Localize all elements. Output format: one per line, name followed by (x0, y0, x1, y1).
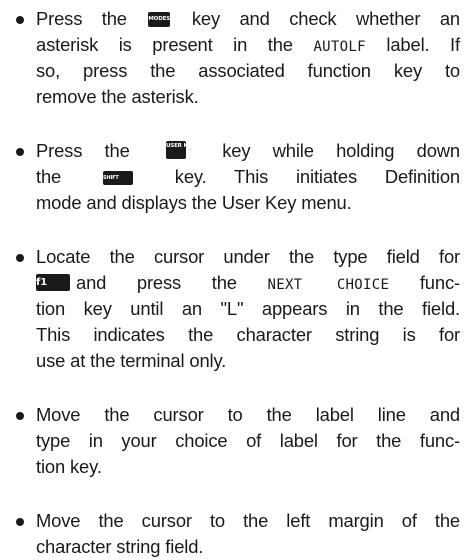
list-item-text: Press the MODES key and check whether an… (36, 6, 460, 110)
text-fragment: key and check whether an (191, 8, 460, 29)
text-fragment: Press the (36, 140, 130, 161)
text-fragment: the (36, 166, 62, 187)
shift-key-icon: SHIFT (102, 171, 133, 185)
list-item-text: Locate the cursor under the type field f… (36, 244, 460, 374)
list-item-text: Move the cursor to the label line and ty… (36, 402, 460, 480)
text-line: Move the cursor to the left margin of th… (36, 510, 460, 531)
text-fragment: func- (419, 272, 460, 293)
bullet-icon (16, 254, 24, 262)
text-line: type in your choice of label for the fun… (36, 430, 460, 451)
text-fragment: label. If (386, 34, 460, 55)
next-choice-label: NEXT CHOICE (267, 277, 390, 293)
text-line: tion key. (36, 456, 102, 477)
text-fragment: asterisk is present in the (36, 34, 293, 55)
f1-key-icon: f1 (36, 274, 70, 291)
text-line: the SHIFT key. This initiates Definition (36, 164, 460, 190)
text-line: asterisk is present in the AUTOLF label.… (36, 32, 460, 58)
text-line: mode and displays the User Key menu. (36, 192, 352, 213)
text-line: so, press the associated function key to (36, 60, 460, 81)
text-line: Press the MODES key and check whether an (36, 6, 460, 32)
text-line: This indicates the character string is f… (36, 324, 460, 345)
text-fragment: key while holding down (222, 140, 460, 161)
autolf-label: AUTOLF (313, 39, 366, 55)
list-item-text: Move the cursor to the left margin of th… (36, 508, 460, 560)
text-line: tion key until an "L" appears in the fie… (36, 298, 460, 319)
text-fragment: key. This initiates Definition (174, 166, 460, 187)
text-line: Locate the cursor under the type field f… (36, 246, 460, 267)
text-line: use at the terminal only. (36, 350, 227, 371)
text-line: character string field. (36, 536, 204, 557)
modes-key-icon: MODES (148, 12, 171, 27)
text-line: Press the USER KEYS key while holding do… (36, 138, 460, 164)
bullet-icon (16, 412, 24, 420)
text-line: Move the cursor to the label line and (36, 404, 460, 425)
text-line: remove the asterisk. (36, 86, 199, 107)
bullet-icon (16, 16, 24, 24)
text-fragment: and press the (76, 272, 237, 293)
list-item-text: Press the USER KEYS key while holding do… (36, 138, 460, 216)
manual-page: Press the MODES key and check whether an… (0, 0, 465, 559)
user-keys-key-icon: USER KEYS (165, 141, 186, 159)
text-line: f1 and press the NEXT CHOICE func- (36, 270, 460, 296)
text-fragment: Press the (36, 8, 127, 29)
bullet-icon (16, 518, 24, 526)
bullet-icon (16, 148, 24, 156)
